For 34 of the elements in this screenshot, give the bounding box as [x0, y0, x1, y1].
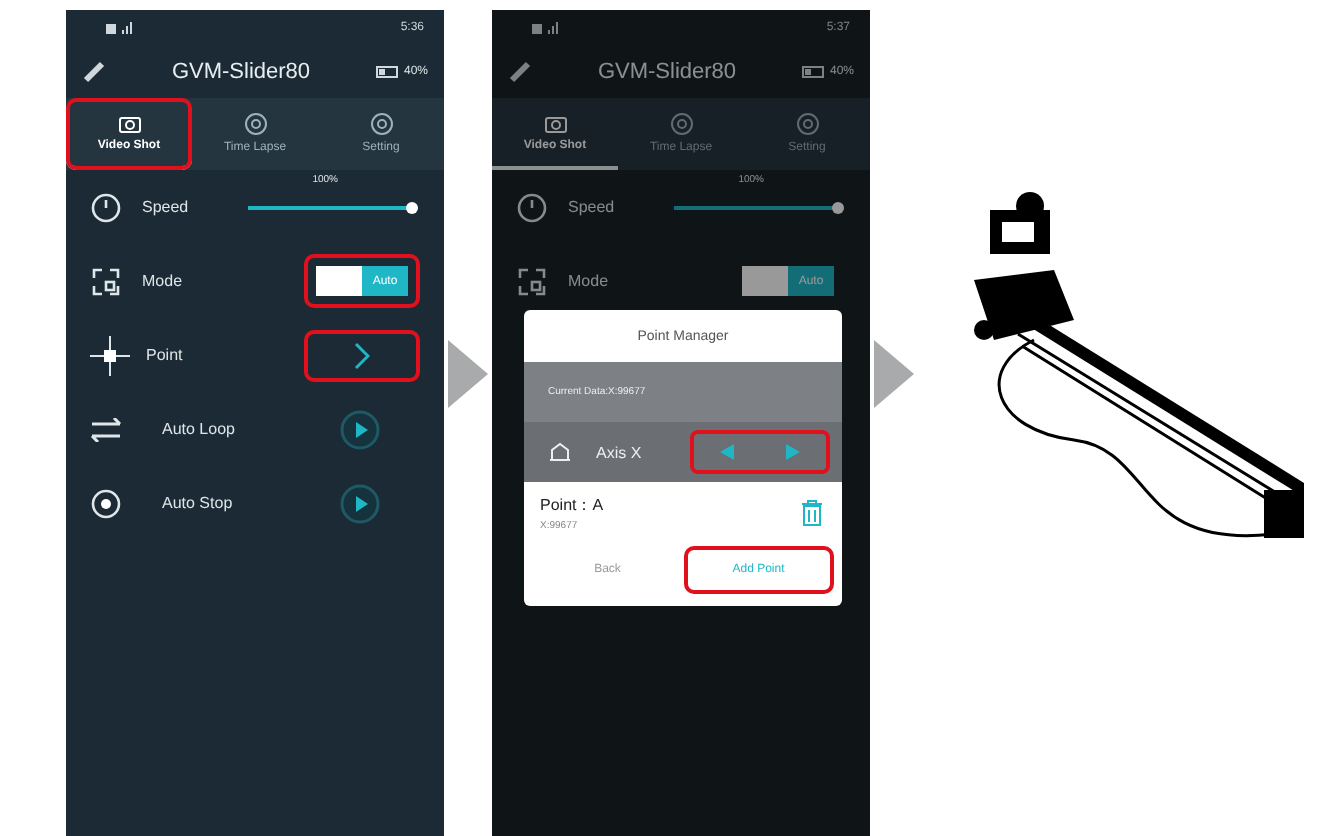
crosshair-icon [90, 335, 130, 375]
play-button[interactable] [340, 409, 380, 449]
play-button[interactable] [340, 483, 380, 523]
stop-icon [90, 487, 122, 519]
slider-thumb[interactable] [832, 201, 844, 213]
signal-icon [532, 22, 560, 34]
slider-thumb[interactable] [406, 201, 418, 213]
device-title: GVM-Slider80 [597, 60, 737, 84]
device-title: GVM-Slider80 [171, 60, 311, 84]
row-label: Mode [142, 272, 185, 290]
frame-icon [516, 265, 548, 297]
chevron-icon [354, 341, 370, 369]
gauge-icon [90, 191, 122, 223]
point-button[interactable] [304, 329, 420, 381]
signal-icon [106, 22, 134, 34]
camera-icon [543, 113, 567, 133]
row-label: Speed [568, 198, 617, 216]
row-label: Auto Loop [162, 420, 237, 438]
axis-label: Axis X [596, 443, 642, 461]
row-label: Mode [568, 272, 611, 290]
step-arrow-icon [874, 340, 914, 408]
point-name: Point：A [540, 493, 604, 515]
battery-icon [375, 66, 400, 78]
row-label: Speed [142, 198, 191, 216]
row-label: Point [146, 346, 185, 364]
speed-slider[interactable] [674, 201, 838, 213]
speed-slider[interactable] [248, 201, 412, 213]
camera-icon [117, 113, 141, 133]
swap-icon [90, 417, 122, 441]
battery-icon [801, 66, 826, 78]
gauge-icon [516, 191, 548, 223]
step-arrow-icon [448, 340, 488, 408]
frame-icon [90, 265, 122, 297]
row-label: Auto Stop [162, 494, 235, 512]
